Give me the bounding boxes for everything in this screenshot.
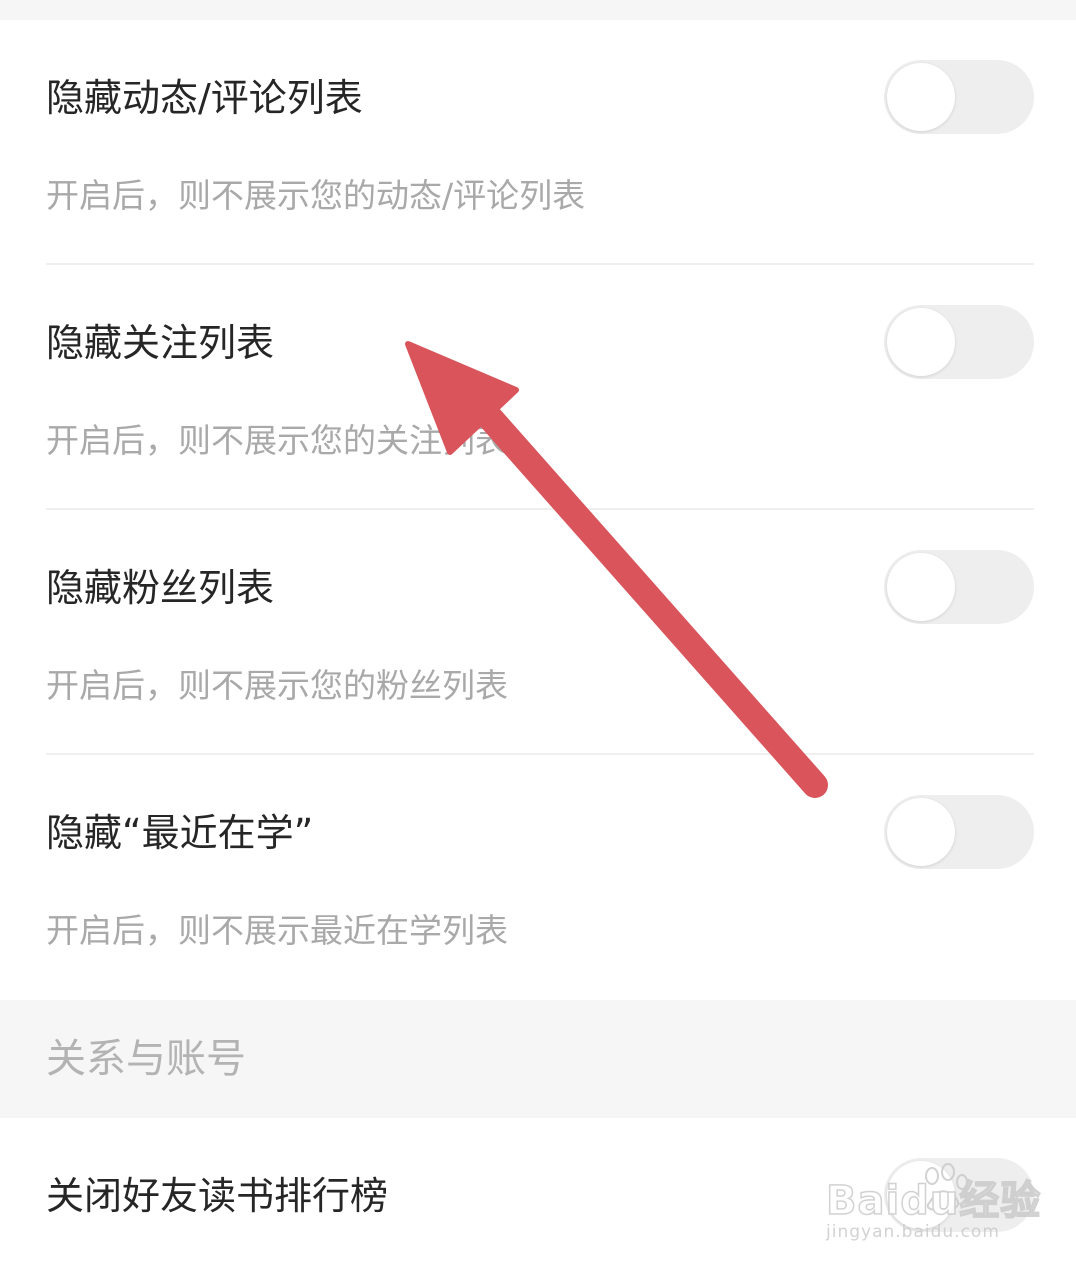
hide-activity-toggle[interactable]	[884, 60, 1034, 134]
section-header-relations-account: 关系与账号	[0, 1000, 1076, 1118]
setting-description: 开启后，则不展示最近在学列表	[46, 911, 508, 950]
setting-title: 隐藏关注列表	[46, 321, 275, 365]
setting-title: 隐藏粉丝列表	[46, 566, 275, 610]
top-strip	[0, 0, 1076, 20]
toggle-knob	[887, 63, 955, 131]
setting-title: 隐藏“最近在学”	[46, 811, 314, 855]
setting-title: 隐藏动态/评论列表	[46, 76, 363, 120]
section-title: 关系与账号	[46, 1036, 246, 1082]
close-reading-rank-toggle[interactable]	[884, 1158, 1034, 1232]
setting-description: 开启后，则不展示您的粉丝列表	[46, 666, 508, 705]
setting-description: 开启后，则不展示您的动态/评论列表	[46, 176, 586, 215]
hide-recent-learning-toggle[interactable]	[884, 795, 1034, 869]
setting-title: 关闭好友读书排行榜	[46, 1174, 389, 1218]
setting-row-close-reading-rank: 关闭好友读书排行榜	[0, 1118, 1076, 1276]
hide-fans-toggle[interactable]	[884, 550, 1034, 624]
setting-row-hide-activity: 隐藏动态/评论列表 开启后，则不展示您的动态/评论列表	[0, 20, 1076, 265]
setting-row-hide-recent-learning: 隐藏“最近在学” 开启后，则不展示最近在学列表	[0, 755, 1076, 1000]
setting-row-hide-following: 隐藏关注列表 开启后，则不展示您的关注列表	[0, 265, 1076, 510]
hide-following-toggle[interactable]	[884, 305, 1034, 379]
toggle-knob	[887, 308, 955, 376]
toggle-knob	[887, 553, 955, 621]
setting-description: 开启后，则不展示您的关注列表	[46, 421, 508, 460]
setting-row-hide-fans: 隐藏粉丝列表 开启后，则不展示您的粉丝列表	[0, 510, 1076, 755]
toggle-knob	[887, 1161, 955, 1229]
toggle-knob	[887, 798, 955, 866]
